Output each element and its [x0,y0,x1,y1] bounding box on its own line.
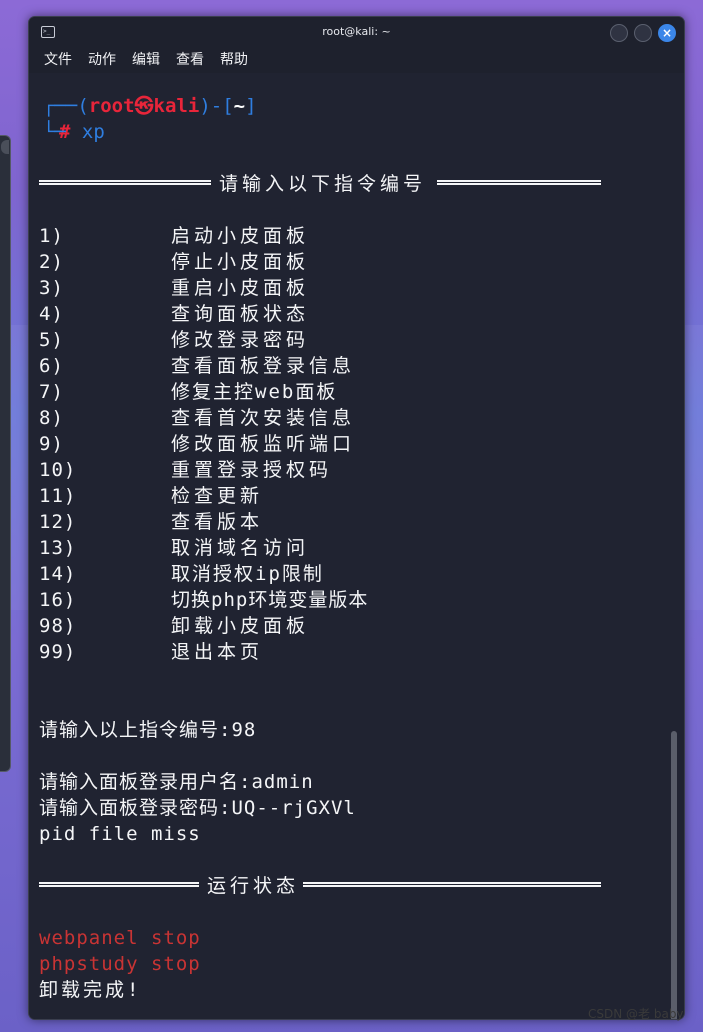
option-number: 2) [39,251,64,273]
menu-help[interactable]: 帮助 [220,47,248,73]
status-rule-label: 运行状态 [207,875,300,897]
done-line: 卸载完成! [39,979,142,1001]
username-line: 请输入面板登录用户名:admin [39,771,314,793]
option-number: 4) [39,303,64,325]
option-number: 3) [39,277,64,299]
prompt-host: kali [153,95,200,117]
option-number: 10) [39,459,77,481]
rule-left [39,180,211,185]
input-prompt-line: 请输入以上指令编号:98 [39,719,257,741]
rule-left [39,882,199,887]
prompt-user: root [88,95,135,117]
rule-right [303,882,601,887]
option-number: 12) [39,511,77,533]
maximize-button[interactable] [634,24,652,42]
option-label: 重置登录授权码 [171,459,333,481]
option-number: 1) [39,225,64,247]
option-number: 13) [39,537,77,559]
watermark: CSDN @老 baby [588,1007,684,1021]
header-rule: 请输入以下指令编号 [39,171,604,197]
menu-edit[interactable]: 编辑 [132,47,160,73]
option-label: 退出本页 [171,641,264,663]
menu-view[interactable]: 查看 [176,47,204,73]
prompt-mid: )-[ [199,95,234,117]
option-number: 5) [39,329,64,351]
option-number: 16) [39,589,77,611]
scrollbar[interactable] [671,731,677,1019]
rule-right [437,180,601,185]
pid-line: pid file miss [39,823,201,845]
option-label: 查看版本 [171,511,264,533]
status-line-webpanel: webpanel stop [39,927,201,949]
option-number: 14) [39,563,77,585]
background-window-button [1,140,9,154]
menu-bar: 文件 动作 编辑 查看 帮助 [29,47,684,73]
menu-action[interactable]: 动作 [88,47,116,73]
option-label: 卸载小皮面板 [171,615,310,637]
title-bar[interactable]: >_ root@kali: ~ × [29,17,684,47]
terminal-output[interactable]: ┌──(root㉿kali)-[~] # xp └─ 请输入以下指令编号 1) 启… [29,73,684,1019]
prompt-open: ┌──( [43,95,89,117]
password-line: 请输入面板登录密码:UQ--rjGXVl [39,797,356,819]
prompt-at: ㉿ [134,95,154,117]
option-label: 取消授权ip限制 [171,563,324,585]
option-number: 9) [39,433,64,455]
minimize-button[interactable] [610,24,628,42]
option-label: 修改面板监听端口 [171,433,356,455]
header-rule-label: 请输入以下指令编号 [219,173,427,195]
option-label: 检查更新 [171,485,264,507]
close-button[interactable]: × [658,24,676,42]
option-number: 6) [39,355,64,377]
option-number: 98) [39,615,77,637]
prompt-path: ~ [233,95,246,117]
terminal-window: >_ root@kali: ~ × 文件 动作 编辑 查看 帮助 ┌──(roo… [28,16,685,1020]
option-number: 99) [39,641,77,663]
status-line-phpstudy: phpstudy stop [39,953,201,975]
option-label: 切换php环境变量版本 [171,589,369,611]
option-number: 8) [39,407,64,429]
option-label: 修改登录密码 [171,329,310,351]
option-label: 查看面板登录信息 [171,355,356,377]
option-label: 启动小皮面板 [171,225,310,247]
background-window-edge [0,135,11,772]
prompt-line: ┌──(root㉿kali)-[~] [43,93,257,119]
prompt-corner-glyph: └─ [43,121,66,143]
status-rule: 运行状态 [39,873,604,899]
option-number: 7) [39,381,64,403]
option-label: 修复主控web面板 [171,381,338,403]
prompt-close: ] [245,95,257,117]
option-label: 查询面板状态 [171,303,310,325]
menu-file[interactable]: 文件 [44,47,72,73]
option-label: 停止小皮面板 [171,251,310,273]
option-number: 11) [39,485,77,507]
option-label: 查看首次安装信息 [171,407,356,429]
window-title: root@kali: ~ [322,25,391,38]
option-label: 重启小皮面板 [171,277,310,299]
option-label: 取消域名访问 [171,537,310,559]
command-text: xp [81,121,105,143]
